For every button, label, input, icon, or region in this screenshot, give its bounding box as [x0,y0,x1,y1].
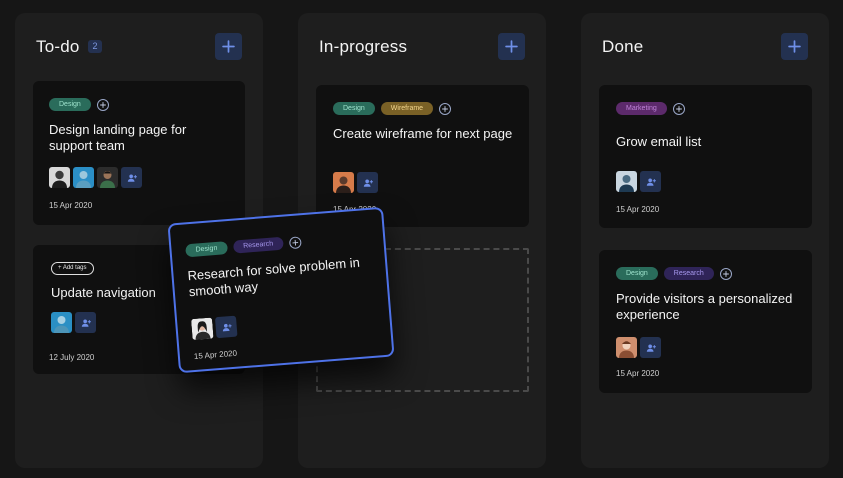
add-member-button[interactable] [121,167,142,188]
card-title: Create wireframe for next page [333,126,513,141]
dragging-task-card[interactable]: Design Research Research for solve probl… [167,206,395,374]
user-plus-icon [127,173,137,183]
user-plus-icon [363,178,373,188]
avatar[interactable] [73,167,94,188]
add-member-button[interactable] [640,171,661,192]
add-tag-button[interactable] [96,98,109,111]
task-card[interactable]: Design Design landing page for support t… [33,81,245,225]
avatar[interactable] [49,167,70,188]
plus-icon [222,40,235,53]
add-member-button[interactable] [214,315,238,339]
task-card[interactable]: Design Research Provide visitors a perso… [599,250,812,393]
add-card-button[interactable] [781,33,808,60]
plus-icon [788,40,801,53]
card-date: 15 Apr 2020 [616,369,660,378]
add-tags-button[interactable]: + Add tags [51,262,94,275]
column-title: Done [602,37,644,56]
user-plus-icon [221,322,232,333]
plus-circle-icon [292,239,298,245]
user-plus-icon [646,343,656,353]
tag-design[interactable]: Design [616,267,658,280]
card-date: 15 Apr 2020 [193,348,238,362]
tag-research[interactable]: Research [663,267,714,280]
column-done: Done [581,13,829,468]
tag-wireframe[interactable]: Wireframe [380,102,434,115]
task-count-badge: 2 [88,40,102,53]
card-date: 15 Apr 2020 [616,205,660,214]
tag-design[interactable]: Design [185,241,228,258]
card-title: Research for solve problem in smooth way [187,254,361,300]
tag-design[interactable]: Design [49,98,91,111]
add-member-button[interactable] [640,337,661,358]
avatar[interactable] [191,317,214,341]
plus-circle-icon [100,102,106,108]
task-card[interactable]: Design Wireframe Create wireframe for ne… [316,85,529,227]
add-card-button[interactable] [498,33,525,60]
plus-circle-icon [723,271,729,277]
user-plus-icon [81,318,91,328]
avatar[interactable] [616,171,637,192]
add-tag-button[interactable] [719,267,732,280]
add-tag-button[interactable] [672,102,685,115]
card-date: 12 July 2020 [49,353,95,362]
card-title: Design landing page for support team [49,122,187,153]
task-card[interactable]: Marketing Grow email list 15 Apr 2020 [599,85,812,228]
add-tag-button[interactable] [439,102,452,115]
avatar[interactable] [333,172,354,193]
card-title: Provide visitors a personalized experien… [616,291,793,322]
avatar[interactable] [97,167,118,188]
plus-circle-icon [442,106,448,112]
add-member-button[interactable] [75,312,96,333]
plus-circle-icon [676,106,682,112]
add-card-button[interactable] [215,33,242,60]
avatar[interactable] [616,337,637,358]
card-title: Grow email list [616,134,702,149]
plus-icon [505,40,518,53]
card-date: 15 Apr 2020 [49,201,93,210]
add-member-button[interactable] [357,172,378,193]
column-title: To-do [36,37,80,56]
add-tag-button[interactable] [288,235,302,249]
tag-research[interactable]: Research [232,236,284,254]
avatar[interactable] [51,312,72,333]
tag-marketing[interactable]: Marketing [616,102,667,115]
column-title: In-progress [319,37,408,56]
user-plus-icon [646,177,656,187]
tag-design[interactable]: Design [333,102,375,115]
